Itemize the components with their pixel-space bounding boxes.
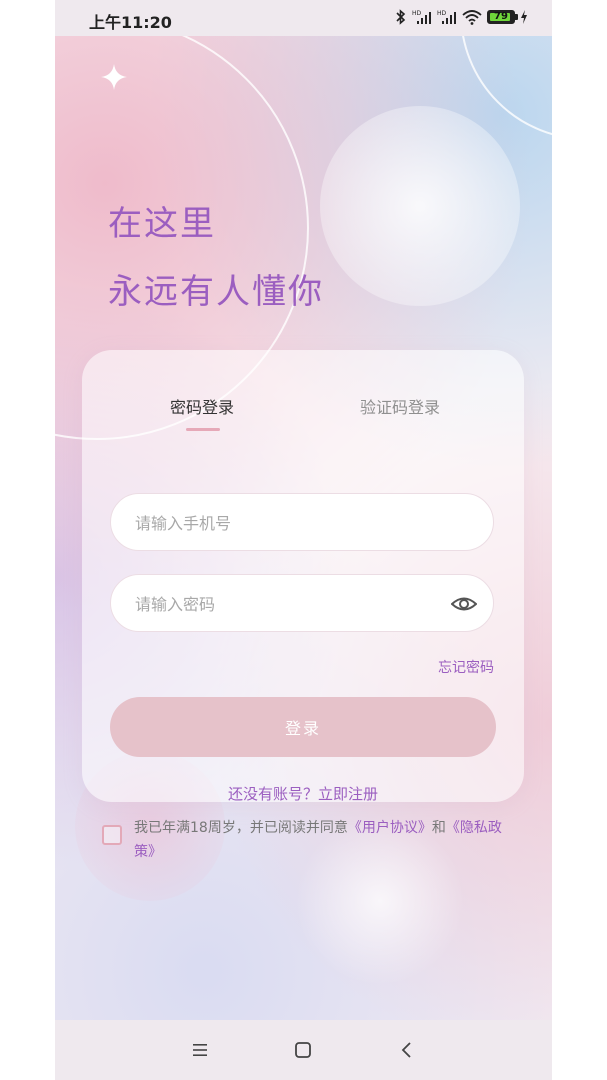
background: 在这里 永远有人懂你 密码登录 验证码登录 忘记密码 登录 还没有账号？立即注册	[55, 0, 552, 1020]
right-margin	[552, 0, 607, 1080]
phone-input[interactable]	[133, 494, 437, 552]
sparkle-icon	[101, 64, 127, 90]
left-margin	[0, 0, 55, 1080]
svg-text:HD: HD	[437, 10, 447, 17]
back-icon[interactable]	[396, 1039, 418, 1061]
navigation-bar	[55, 1020, 552, 1080]
menu-icon[interactable]	[189, 1039, 211, 1061]
login-card: 密码登录 验证码登录 忘记密码 登录 还没有账号？立即注册	[82, 350, 524, 804]
agreement-checkbox[interactable]	[102, 825, 122, 845]
user-agreement-link[interactable]: 《用户协议》	[348, 820, 432, 836]
signal-icon: HD	[412, 10, 431, 24]
login-tabs: 密码登录 验证码登录	[82, 394, 524, 434]
svg-text:HD: HD	[412, 10, 422, 17]
agreement-statement: 我已年满18周岁，并已阅读并同意	[134, 820, 348, 836]
signal-icon: HD	[437, 10, 456, 24]
status-icons: HD HD 79	[395, 9, 528, 25]
forgot-password-link[interactable]: 忘记密码	[438, 657, 494, 677]
phone-field	[110, 493, 494, 552]
phone-screen: 上午11:20 HD HD 79 在这里 永远有人懂你 密码登录 验证码登录 请…	[55, 0, 552, 1080]
tab-code-login[interactable]: 验证码登录	[360, 394, 440, 418]
status-time: 上午11:20	[89, 13, 172, 32]
eye-icon[interactable]	[451, 592, 477, 616]
agreement-text: 我已年满18周岁，并已阅读并同意《用户协议》和《隐私政策》	[134, 816, 504, 864]
headline-line1: 在这里	[108, 204, 216, 244]
login-button[interactable]: 登录	[110, 697, 496, 757]
home-icon[interactable]	[292, 1039, 314, 1061]
register-link[interactable]: 还没有账号？立即注册	[82, 783, 524, 804]
bluetooth-icon	[396, 9, 406, 25]
headline-line2: 永远有人懂你	[108, 272, 324, 312]
tab-password-login[interactable]: 密码登录	[170, 394, 234, 418]
battery-icon: 79	[487, 10, 518, 24]
battery-level: 79	[494, 11, 508, 22]
active-tab-indicator	[186, 428, 220, 431]
decor-orb	[320, 106, 520, 306]
password-field	[110, 574, 494, 633]
charging-icon	[521, 10, 527, 24]
password-input[interactable]	[133, 575, 437, 633]
agreement-conjunction: 和	[431, 820, 446, 836]
wifi-icon	[462, 10, 482, 25]
status-bar: 上午11:20 HD HD 79	[55, 0, 552, 36]
